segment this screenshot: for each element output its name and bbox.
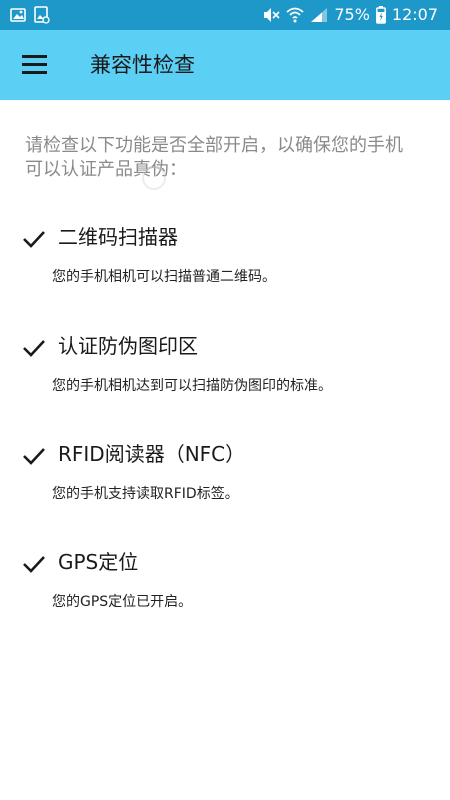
mute-icon [262, 6, 280, 24]
check-item-description: 您的手机支持读取RFID标签。 [52, 486, 239, 502]
image-icon [10, 7, 26, 27]
status-left-icons [10, 6, 50, 28]
page-title: 兼容性检查 [90, 53, 195, 77]
battery-text: 75% [334, 5, 370, 24]
loading-spinner-icon [142, 166, 166, 190]
check-item-description: 您的手机相机达到可以扫描防伪图印的标准。 [52, 378, 332, 394]
check-item-description: 您的GPS定位已开启。 [52, 594, 193, 610]
check-icon [23, 556, 45, 573]
wifi-icon [286, 7, 304, 23]
compatibility-check-content: 请检查以下功能是否全部开启，以确保您的手机可以认证产品真伪： 二维码扫描器 您的… [0, 100, 450, 800]
status-right-icons: 75% 12:07 [262, 4, 438, 26]
check-item-description: 您的手机相机可以扫描普通二维码。 [52, 269, 276, 285]
check-item-title: 二维码扫描器 [58, 225, 178, 249]
check-icon [23, 231, 45, 248]
gallery-icon [34, 6, 50, 28]
signal-icon [310, 7, 328, 23]
check-item-title: GPS定位 [58, 550, 139, 574]
battery-charging-icon [375, 6, 386, 24]
app-bar: 兼容性检查 [0, 30, 450, 100]
check-icon [23, 340, 45, 357]
hamburger-menu-icon[interactable] [22, 53, 48, 77]
clock: 12:07 [391, 5, 438, 24]
check-item-title: RFID阅读器（NFC） [58, 442, 246, 466]
intro-text: 请检查以下功能是否全部开启，以确保您的手机可以认证产品真伪： [25, 135, 403, 180]
check-item-title: 认证防伪图印区 [58, 334, 198, 358]
status-bar: 75% 12:07 [0, 0, 450, 30]
check-icon [23, 448, 45, 465]
